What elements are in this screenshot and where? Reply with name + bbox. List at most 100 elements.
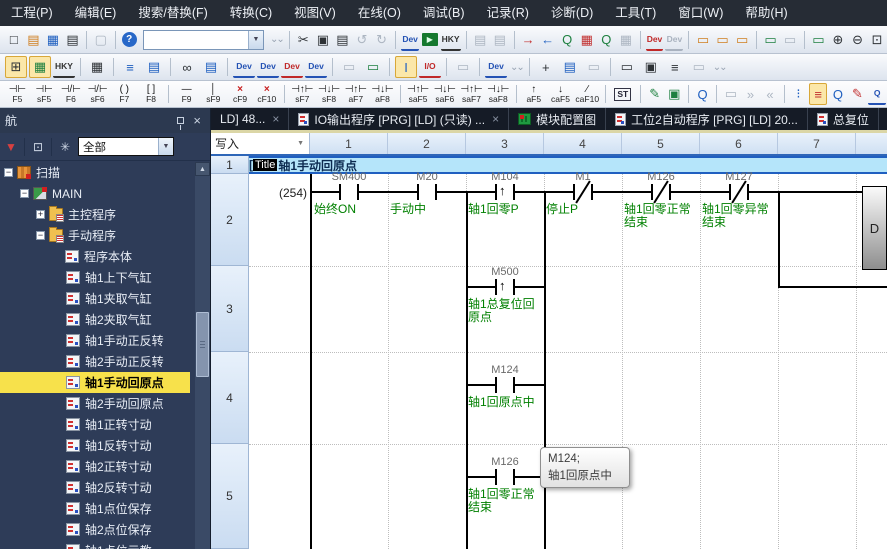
cut-icon[interactable]: ✂ <box>295 29 313 51</box>
mail-icon[interactable]: ▭ <box>338 56 360 78</box>
menu-search[interactable]: 搜索/替换(F) <box>127 0 218 26</box>
redo-icon[interactable]: ↻ <box>373 29 391 51</box>
print-icon[interactable]: ▤ <box>64 29 82 51</box>
tree-item[interactable]: 轴1点位示教 <box>0 540 190 549</box>
disabled-icon[interactable]: ▭ <box>452 56 474 78</box>
collapse-icon[interactable]: − <box>36 231 45 240</box>
combo-dropdown-icon[interactable]: ▼ <box>248 31 263 49</box>
tab-io-output-program[interactable]: IO输出程序 [PRG] [LD] (只读) ...× <box>289 108 509 130</box>
coil-button[interactable]: ( )F7 <box>112 82 137 107</box>
hotkey2-icon[interactable]: HKY <box>53 56 75 78</box>
comment-green-icon[interactable]: ▭ <box>362 56 384 78</box>
write-to-plc-icon[interactable]: → <box>519 29 537 51</box>
zoom-fit-icon[interactable]: ⊡ <box>868 29 886 51</box>
menu-view[interactable]: 视图(V) <box>283 0 347 26</box>
menu-online[interactable]: 在线(O) <box>347 0 412 26</box>
device-write-icon[interactable]: Dev <box>401 29 419 51</box>
pulse-rise-or-button[interactable]: ⊣↑⊢aF7 <box>343 82 368 107</box>
pulse-fall-button[interactable]: ⊣↓⊢sF8 <box>317 82 342 107</box>
contact-M20[interactable] <box>417 183 437 201</box>
device-badge-icon[interactable]: Dev <box>646 29 664 51</box>
tree-item[interactable]: 轴1手动正反转 <box>0 330 190 351</box>
menu-record[interactable]: 记录(R) <box>476 0 540 26</box>
contact-M124[interactable] <box>495 376 515 394</box>
undo-icon[interactable]: ↺ <box>353 29 371 51</box>
menu-edit[interactable]: 编辑(E) <box>64 0 128 26</box>
doc-lines-icon[interactable]: ≡ <box>119 56 141 78</box>
module-icon[interactable]: ▦ <box>86 56 108 78</box>
st-inline-button[interactable]: ST <box>610 82 635 107</box>
pulse-fall-or-button[interactable]: ⊣↓⊢aF8 <box>370 82 395 107</box>
device-badge-disabled-icon[interactable]: Dev <box>665 29 683 51</box>
comment-icon[interactable]: ▭ <box>694 29 712 51</box>
open-project-icon[interactable]: ▤ <box>25 29 43 51</box>
find-window-icon[interactable]: ▤ <box>200 56 222 78</box>
tree-item[interactable]: 轴2正转寸动 <box>0 456 190 477</box>
zoom-out-icon[interactable]: ⊖ <box>849 29 867 51</box>
row-number[interactable]: 2 <box>211 174 249 266</box>
insert-row-icon[interactable]: » <box>742 83 760 105</box>
verify-plc-icon[interactable]: Q <box>558 29 576 51</box>
contact-open-or-button[interactable]: ⊣⊢sF5 <box>32 82 57 107</box>
outline-icon[interactable]: ⁝ <box>790 83 808 105</box>
menu-tools[interactable]: 工具(T) <box>604 0 667 26</box>
write-mode-combobox[interactable]: 写入 <box>211 133 310 154</box>
contact-SM400[interactable] <box>339 183 359 201</box>
device-combo-icon[interactable]: Dev <box>233 56 255 78</box>
tree-item[interactable]: 轴2反转寸动 <box>0 477 190 498</box>
device-eye-icon[interactable]: Dev <box>485 56 507 78</box>
edit-contact-icon[interactable]: ✎ <box>646 83 664 105</box>
find-instruction-icon[interactable]: ▭ <box>722 83 740 105</box>
find-device-icon[interactable]: Q <box>694 83 712 105</box>
tab-total-reset[interactable]: 总复位 <box>808 108 879 130</box>
user-disabled-icon[interactable]: ▭ <box>688 56 710 78</box>
plc-offline-icon[interactable]: ▦ <box>617 29 635 51</box>
invert-rise-button[interactable]: ↑aF5 <box>521 82 546 107</box>
tab-close-icon[interactable]: × <box>492 112 499 126</box>
io-check-icon[interactable]: I/O <box>419 56 441 78</box>
contact-M500[interactable] <box>495 278 515 296</box>
tree-item-master-program[interactable]: +主控程序 <box>0 204 190 225</box>
tab-module-configuration[interactable]: 模块配置图 <box>509 108 606 130</box>
tree-item[interactable]: 轴1反转寸动 <box>0 435 190 456</box>
delete-hline-button[interactable]: ×cF9 <box>228 82 253 107</box>
ladder-editor[interactable]: 写入 1 2 3 4 5 6 7 1 2 3 4 5 [Title轴1手动回原点… <box>211 133 887 549</box>
library2-icon[interactable]: ▤ <box>491 29 509 51</box>
doc-dots-icon[interactable]: ▤ <box>143 56 165 78</box>
application-instruction-button[interactable]: [ ]F8 <box>139 82 164 107</box>
row-number[interactable]: 4 <box>211 352 249 444</box>
row-number[interactable]: 3 <box>211 266 249 352</box>
note-icon[interactable]: ▭ <box>733 29 751 51</box>
scrollbar-thumb[interactable] <box>196 312 209 377</box>
row-number[interactable]: 5 <box>211 444 249 549</box>
save-icon[interactable]: ▦ <box>44 29 62 51</box>
menu-help[interactable]: 帮助(H) <box>734 0 798 26</box>
tree-item[interactable]: 轴1点位保存 <box>0 498 190 519</box>
contact-closed-button[interactable]: ⊣/⊢F6 <box>58 82 83 107</box>
tree-item[interactable]: 轴1夹取气缸 <box>0 288 190 309</box>
expand-icon[interactable]: + <box>36 210 45 219</box>
pulse-ne-open-or-button[interactable]: ⊣↓⊢saF6 <box>432 82 457 107</box>
tree-item-program-body[interactable]: 程序本体 <box>0 246 190 267</box>
menu-window[interactable]: 窗口(W) <box>667 0 734 26</box>
pulse-ne-closed-button[interactable]: ⊣↑⊢saF7 <box>459 82 484 107</box>
plc-monitor-icon[interactable]: Q <box>598 29 616 51</box>
tree-item-selected[interactable]: 轴1手动回原点 <box>0 372 190 393</box>
overflow-chevron-icon[interactable]: ⌄⌄ <box>270 34 283 45</box>
tree-item-manual-program[interactable]: −手动程序 <box>0 225 190 246</box>
new-file-icon[interactable]: □ <box>5 29 23 51</box>
tree-item[interactable]: 轴1上下气缸 <box>0 267 190 288</box>
window-disabled-icon[interactable]: ▭ <box>583 56 605 78</box>
hotkey-icon[interactable]: HKY <box>441 29 461 51</box>
zoom-in-icon[interactable]: ⊕ <box>829 29 847 51</box>
contact-M126-branch[interactable] <box>495 468 515 486</box>
tree-filter-combobox[interactable]: 全部▼ <box>78 137 174 156</box>
tree-item[interactable]: 轴2手动回原点 <box>0 393 190 414</box>
contact-open-button[interactable]: ⊣⊢F5 <box>5 82 30 107</box>
parameter-icon[interactable]: ⊞ <box>5 56 27 78</box>
copy-icon[interactable]: ▣ <box>314 29 332 51</box>
tree-scrollbar[interactable]: ▲ <box>195 162 210 549</box>
combo-dropdown-icon[interactable]: ▼ <box>158 138 173 155</box>
pulse-rise-button[interactable]: ⊣↑⊢sF7 <box>290 82 315 107</box>
device-red-icon[interactable]: Dev <box>281 56 303 78</box>
